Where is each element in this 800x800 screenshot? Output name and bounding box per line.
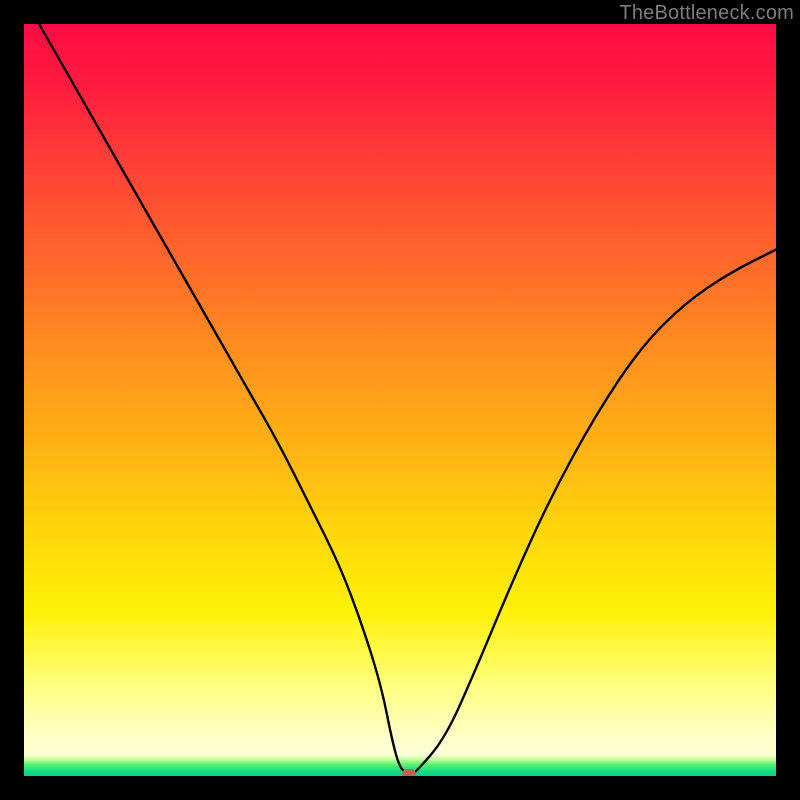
plot-area [24,24,776,776]
watermark-text: TheBottleneck.com [619,2,794,25]
optimal-point-marker [402,769,416,776]
chart-frame: TheBottleneck.com [0,0,800,800]
bottleneck-curve [24,24,776,776]
